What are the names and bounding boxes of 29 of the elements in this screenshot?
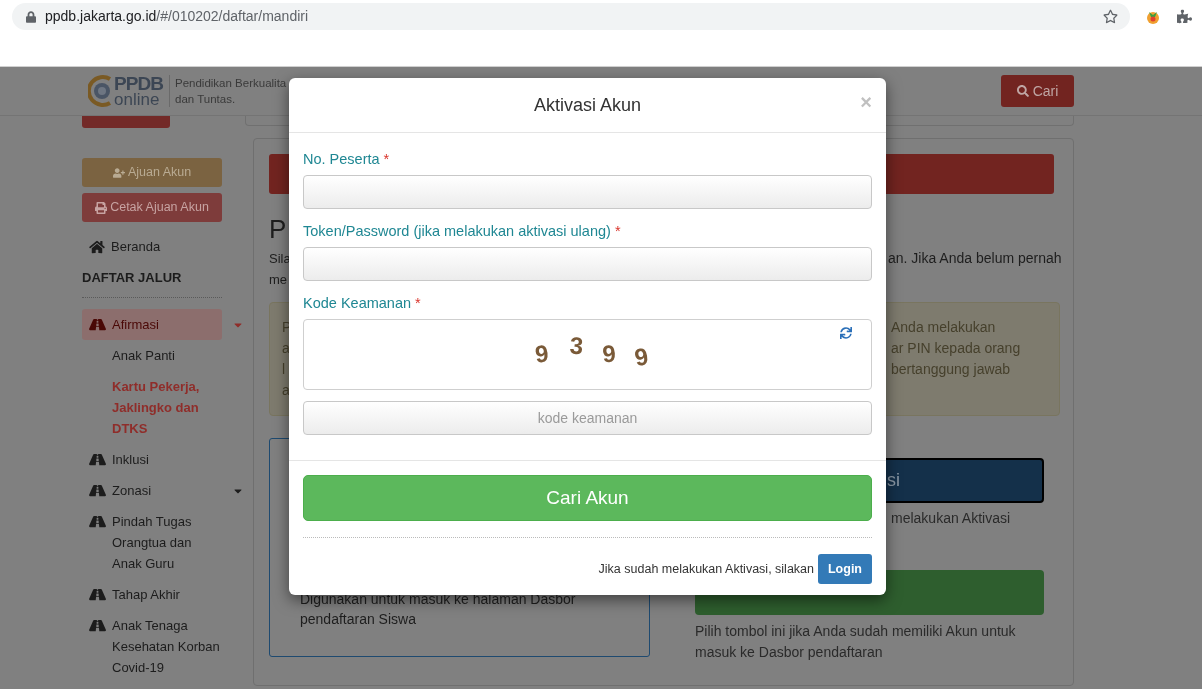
alert-text: l [282, 360, 287, 379]
captcha-digit: 9 [600, 338, 618, 370]
step-text: pendaftaran Siswa [300, 610, 417, 629]
intro-text: me [269, 271, 289, 289]
alert-text: Anda melakukan [891, 318, 997, 337]
captcha-digit: 9 [631, 341, 652, 374]
logo-text: online [114, 91, 161, 108]
login-note: Pilih tombol ini jika Anda sudah memiliki Akun untuk [695, 622, 1017, 641]
dialog-title: Aktivasi Akun [533, 93, 642, 117]
url-host: ppdb.jakarta.go.id [45, 8, 157, 24]
tagline-text: Pendidikan Berkualita [175, 76, 287, 91]
field-label: Kode Keamanan * [303, 294, 422, 313]
alert-text: a [282, 339, 290, 358]
captcha-digit: 3 [568, 330, 585, 362]
login-note: masuk ke Dasbor pendaftaran [695, 643, 884, 662]
alert-text: ar PIN kepada orang [891, 339, 1021, 358]
section-title: DAFTAR JALUR [82, 268, 183, 287]
page-heading: P [269, 214, 287, 244]
footer-text: Jika sudah melakukan Aktivasi, silakan [598, 560, 814, 578]
activation-note: melakukan Aktivasi [890, 509, 1012, 528]
captcha-digit: 9 [533, 338, 551, 370]
field-label: Token/Password (jika melakukan aktivasi ulang) * [303, 222, 622, 241]
url-path: /#/010202/daftar/mandiri [156, 8, 309, 24]
alert-text: bertanggung jawab [891, 360, 1012, 379]
intro-text: an. Jika Anda belum pernah [888, 249, 1062, 268]
field-label: No. Peserta * [303, 150, 391, 169]
alert-text: a [282, 381, 290, 400]
tagline-text: dan Tuntas. [175, 92, 237, 107]
logo-text: PPDB [114, 74, 163, 93]
